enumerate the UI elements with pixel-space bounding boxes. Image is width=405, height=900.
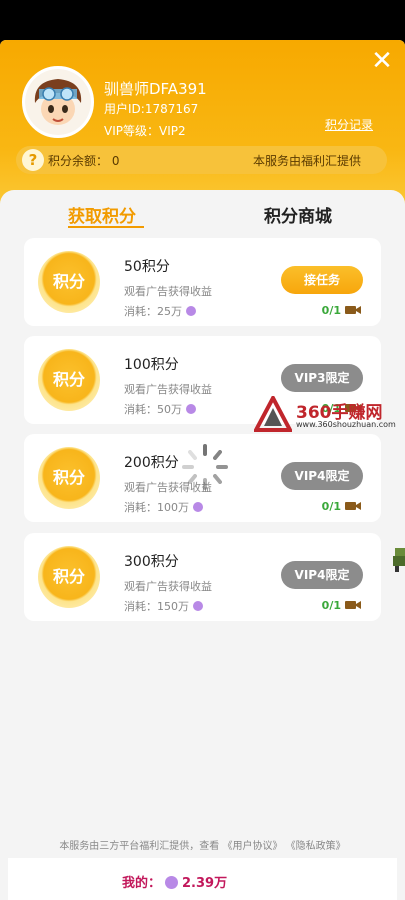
balance-bar: ? 积分余额： 0 本服务由福利汇提供: [16, 146, 387, 174]
my-balance: 我的： 2.39万: [122, 872, 227, 891]
task-desc: 观看广告获得收益: [124, 285, 212, 298]
task-cost: 消耗：150万: [124, 598, 203, 614]
points-balance: 积分余额： 0: [48, 154, 120, 168]
points-coin-icon: 积分: [38, 251, 100, 313]
tab-get-points[interactable]: 获取积分: [68, 202, 144, 228]
gem-icon: [186, 404, 196, 414]
video-icon: [345, 502, 361, 510]
vip-locked-button[interactable]: VIP4限定: [281, 462, 363, 490]
points-screen: ✕ 驯兽师DFA391 用户ID:1787167 VIP等级：VIP2 积分记录…: [0, 40, 405, 900]
task-progress: 0/1: [321, 304, 341, 317]
gem-icon: [186, 306, 196, 316]
loading-spinner-icon: [182, 444, 228, 490]
task-cost: 消耗：25万: [124, 303, 196, 319]
close-icon[interactable]: ✕: [369, 48, 395, 74]
user-id: 用户ID:1787167: [104, 102, 199, 116]
task-title: 100积分: [124, 357, 179, 373]
points-panel: 获取积分 积分商城 积分 50积分 观看广告获得收益 消耗：25万 接任务 0/…: [0, 190, 405, 900]
video-icon: [345, 306, 361, 314]
gem-icon: [193, 502, 203, 512]
watermark-url: www.360shouzhuan.com: [296, 420, 396, 429]
task-card: 积分 300积分 观看广告获得收益 消耗：150万 VIP4限定 0/1: [24, 533, 381, 621]
vip-level: VIP等级：VIP2: [104, 124, 186, 138]
task-title: 300积分: [124, 554, 179, 570]
pet-sprite-icon[interactable]: [391, 546, 405, 574]
points-coin-icon: 积分: [38, 546, 100, 608]
task-cost: 消耗：50万: [124, 401, 196, 417]
task-desc: 观看广告获得收益: [124, 383, 212, 396]
help-icon[interactable]: ?: [22, 149, 44, 171]
username: 驯兽师DFA391: [104, 80, 207, 98]
gem-icon: [193, 601, 203, 611]
tab-points-shop-label: 积分商城: [264, 207, 332, 227]
task-card: 积分 50积分 观看广告获得收益 消耗：25万 接任务 0/1: [24, 238, 381, 326]
points-coin-icon: 积分: [38, 349, 100, 411]
vip-locked-button[interactable]: VIP4限定: [281, 561, 363, 589]
my-balance-value: 2.39万: [182, 876, 228, 891]
avatar: [22, 66, 94, 138]
gem-icon: [165, 876, 179, 889]
video-icon: [345, 601, 361, 609]
vip-locked-button[interactable]: VIP3限定: [281, 364, 363, 392]
task-cost-text: 消耗：50万: [124, 403, 182, 416]
watermark-logo-icon: [252, 393, 294, 432]
my-balance-label: 我的：: [122, 876, 162, 891]
provider-note: 本服务由福利汇提供: [252, 154, 361, 168]
tab-get-points-label: 获取积分: [68, 207, 136, 227]
points-coin-icon: 积分: [38, 447, 100, 509]
tab-points-shop[interactable]: 积分商城: [264, 202, 332, 227]
task-cost: 消耗：100万: [124, 499, 203, 515]
task-progress: 0/1: [321, 500, 341, 513]
footer-note[interactable]: 本服务由三方平台福利汇提供，查看 《用户协议》 《隐私政策》: [0, 837, 405, 852]
task-cost-text: 消耗：100万: [124, 501, 189, 514]
my-balance-bar: 我的： 2.39万: [8, 858, 397, 900]
task-desc: 观看广告获得收益: [124, 580, 212, 593]
task-title: 50积分: [124, 259, 170, 275]
task-progress: 0/1: [321, 599, 341, 612]
points-record-link[interactable]: 积分记录: [325, 116, 373, 133]
task-title: 200积分: [124, 455, 179, 471]
active-tab-underline: [68, 226, 144, 228]
watermark: 360手赚网 www.360shouzhuan.com: [252, 393, 404, 466]
task-cost-text: 消耗：25万: [124, 305, 182, 318]
accept-task-button[interactable]: 接任务: [281, 266, 363, 294]
task-cost-text: 消耗：150万: [124, 600, 189, 613]
